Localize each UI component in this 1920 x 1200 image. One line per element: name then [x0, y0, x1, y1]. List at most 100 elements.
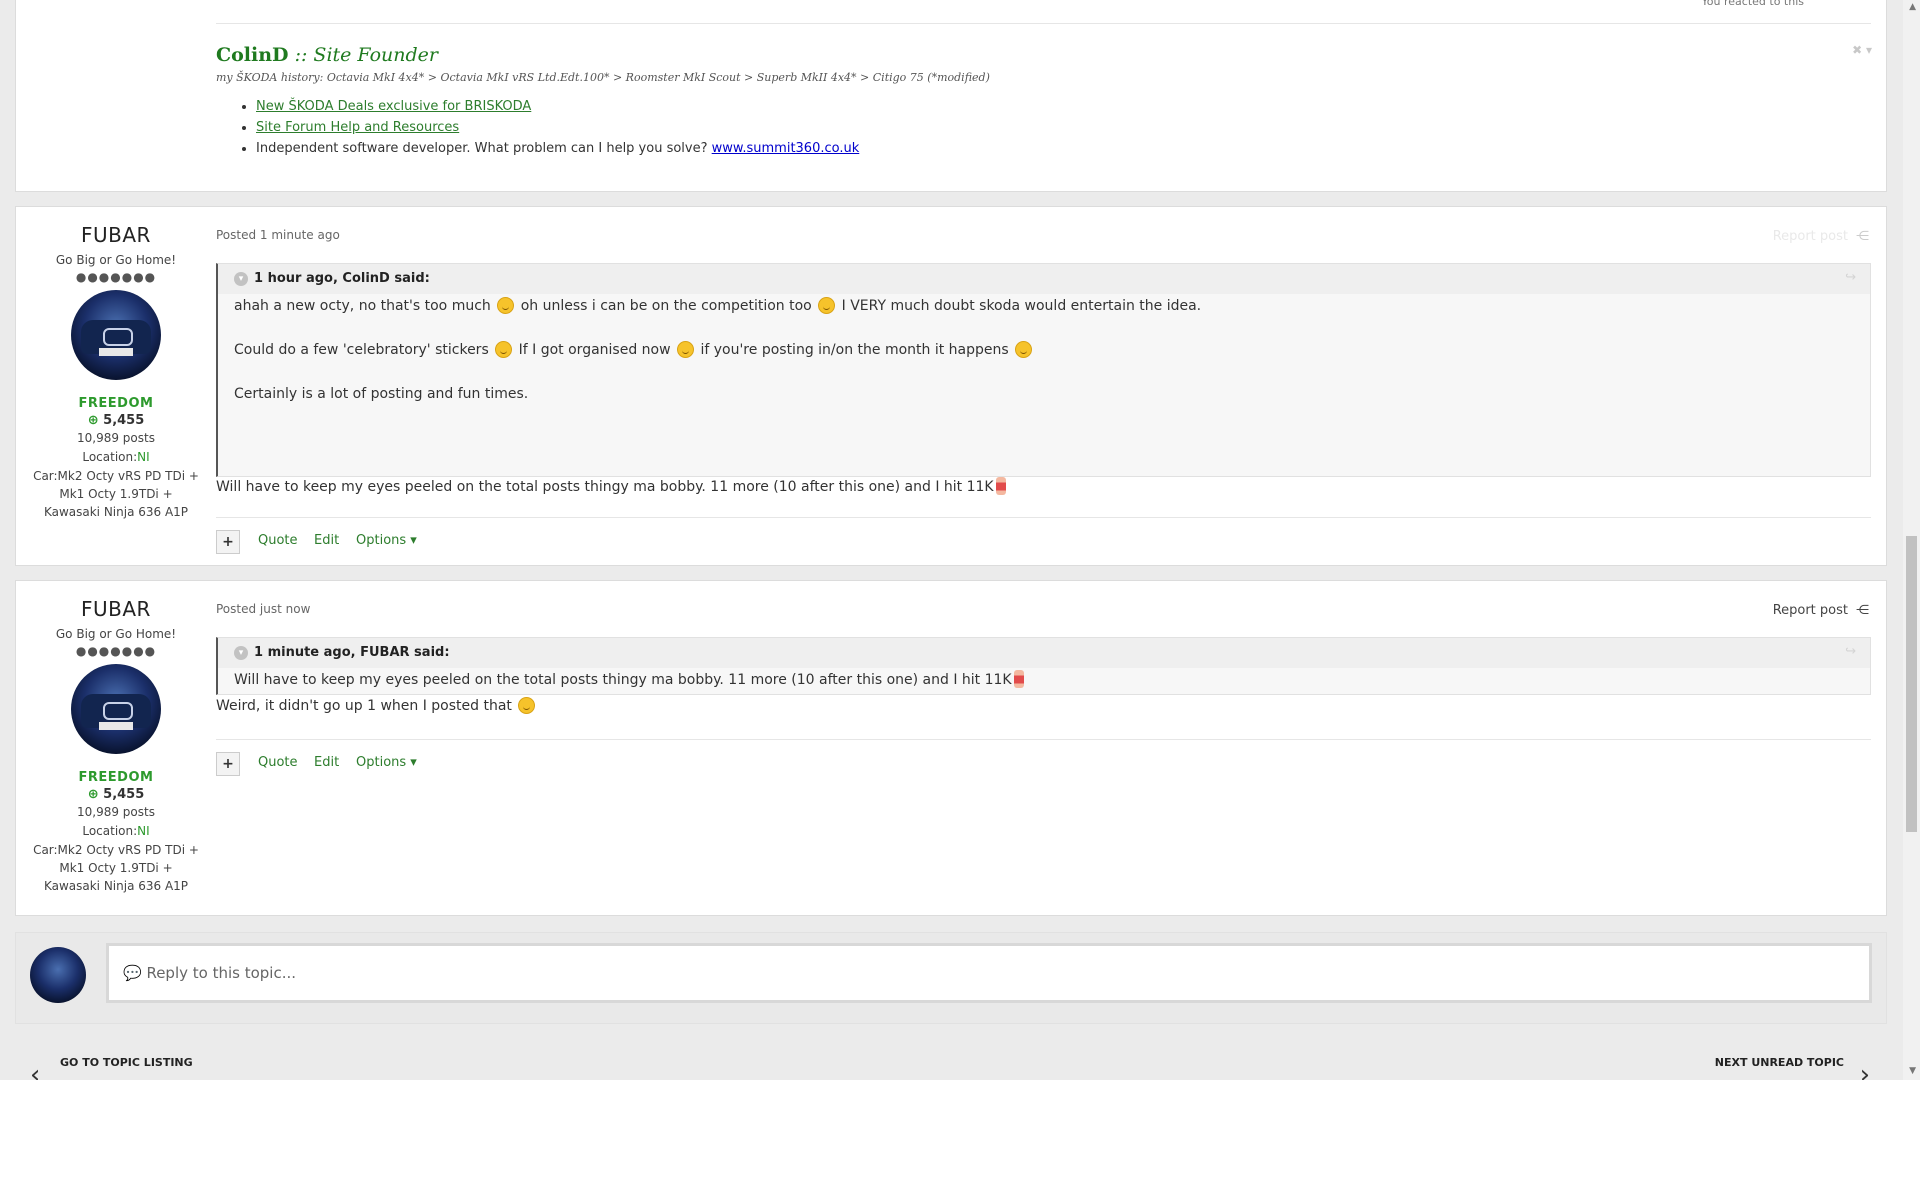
scroll-down-icon[interactable]: ▼	[1909, 1066, 1916, 1076]
signature-separator: ::	[288, 44, 314, 66]
report-post-link[interactable]: Report post ⋲	[1773, 603, 1869, 618]
smiley-icon	[495, 341, 513, 358]
author-tagline: Go Big or Go Home!	[55, 627, 177, 641]
scroll-up-icon[interactable]: ▲	[1909, 2, 1916, 12]
post-body-text: Weird, it didn't go up 1 when I posted t…	[216, 698, 512, 714]
multiquote-button[interactable]: +	[216, 530, 240, 554]
scrollbar[interactable]: ▲ ▼	[1903, 0, 1920, 1080]
author-location: Location:NI	[16, 448, 216, 466]
author-location: Location:NI	[16, 822, 216, 840]
glasses-emoji-icon	[518, 697, 536, 714]
quote-button[interactable]: Quote	[258, 755, 298, 770]
quote-text: If I got organised now	[518, 342, 671, 358]
grille-shape	[103, 328, 133, 346]
collapse-toggle-icon[interactable]: ▾	[234, 645, 248, 660]
quote-text: if you're posting in/on the month it hap…	[700, 342, 1009, 358]
reputation-value: 5,455	[103, 413, 145, 428]
author-car: Car:Mk2 Octy vRS PD TDi + Mk1 Octy 1.9TD…	[33, 469, 199, 519]
report-label: Report post	[1772, 603, 1848, 618]
quote-text: Will have to keep my eyes peeled on the …	[234, 672, 1012, 688]
rank-pips: ●●●●●●●	[75, 270, 157, 284]
rank-pips: ●●●●●●●	[75, 644, 157, 658]
report-label: Report post	[1772, 229, 1848, 244]
reaction-status: You reacted to this	[1701, 0, 1804, 8]
quote-block: ▾ 1 hour ago, ColinD said: ↪ ahah a new o…	[216, 263, 1871, 477]
post-controls: + Quote Edit Options ▾	[216, 739, 1871, 790]
author-car: Car:Mk2 Octy vRS PD TDi + Mk1 Octy 1.9TD…	[33, 843, 199, 893]
quote-text: Certainly is a lot of posting and fun ti…	[234, 386, 529, 402]
summit360-link[interactable]: www.summit360.co.uk	[712, 141, 860, 156]
share-icon[interactable]: ⋲	[1856, 603, 1869, 618]
author-group: FREEDOM	[78, 770, 154, 785]
author-panel: FUBAR Go Big or Go Home! ●●●●●●● FREEDOM…	[16, 581, 216, 895]
smiley-icon	[677, 341, 695, 358]
help-resources-link[interactable]: Site Forum Help and Resources	[256, 120, 459, 135]
edit-button[interactable]: Edit	[314, 755, 339, 770]
quote-text: I VERY much doubt skoda would entertain …	[841, 298, 1202, 314]
quote-share-icon[interactable]: ↪	[1845, 644, 1856, 659]
author-post-count: 10,989 posts	[77, 431, 155, 445]
quote-paragraph: ahah a new octy, no that's too much oh u…	[218, 296, 1870, 316]
reputation-plus-icon: ⊕	[87, 787, 99, 802]
reputation-plus-icon: ⊕	[87, 413, 99, 428]
quote-text: ahah a new octy, no that's too much	[234, 298, 491, 314]
avatar	[30, 947, 86, 1003]
signature-history: my ŠKODA history: Octavia MkI 4x4* > Oct…	[216, 71, 990, 84]
developer-text: Independent software developer. What pro…	[256, 141, 712, 156]
report-post-link[interactable]: Report post ⋲	[1773, 229, 1869, 244]
author-reputation: ⊕ 5,455	[16, 787, 216, 802]
author-group: FREEDOM	[78, 396, 154, 411]
reply-area: 💬 Reply to this topic...	[15, 932, 1887, 1024]
signature-role: Site Founder	[313, 44, 438, 66]
close-signature-icon[interactable]: ✖ ▾	[1852, 43, 1872, 57]
smiley-icon	[497, 297, 515, 314]
deals-link[interactable]: New ŠKODA Deals exclusive for BRISKODA	[256, 99, 531, 114]
quote-button[interactable]: Quote	[258, 533, 298, 548]
signature-title: ColinD :: Site Founder	[216, 44, 438, 66]
signature-name: ColinD	[216, 44, 289, 66]
plate-shape	[99, 348, 133, 356]
scroll-thumb[interactable]	[1906, 536, 1917, 832]
author-name[interactable]: FUBAR	[16, 597, 216, 621]
options-dropdown[interactable]: Options ▾	[356, 755, 417, 770]
go-to-topic-listing-link[interactable]: GO TO TOPIC LISTING	[60, 1056, 193, 1069]
post-timestamp[interactable]: Posted just now	[216, 602, 310, 616]
avatar[interactable]	[71, 664, 161, 754]
author-panel: FUBAR Go Big or Go Home! ●●●●●●● FREEDOM…	[16, 207, 216, 521]
author-post-count: 10,989 posts	[77, 805, 155, 819]
signature-links: New ŠKODA Deals exclusive for BRISKODA S…	[216, 99, 859, 162]
quote-paragraph: Certainly is a lot of posting and fun ti…	[218, 384, 1870, 404]
quote-citation: 1 minute ago, FUBAR said:	[254, 645, 450, 660]
quote-text: oh unless i can be on the competition to…	[520, 298, 812, 314]
multiquote-button[interactable]: +	[216, 752, 240, 776]
reply-input[interactable]: 💬 Reply to this topic...	[106, 943, 1872, 1003]
post-timestamp[interactable]: Posted 1 minute ago	[216, 228, 340, 242]
previous-post-signature: You reacted to this ColinD :: Site Found…	[15, 0, 1887, 192]
reputation-value: 5,455	[103, 787, 145, 802]
location-label: Location:	[82, 450, 138, 464]
figure-emoji-icon	[1013, 670, 1024, 688]
quote-share-icon[interactable]: ↪	[1845, 270, 1856, 285]
author-name[interactable]: FUBAR	[16, 223, 216, 247]
chevron-left-icon[interactable]: ‹	[30, 1060, 40, 1080]
quote-paragraph: Will have to keep my eyes peeled on the …	[218, 670, 1870, 690]
author-reputation: ⊕ 5,455	[16, 413, 216, 428]
post-body: Will have to keep my eyes peeled on the …	[216, 477, 1006, 495]
smiley-icon	[818, 297, 836, 314]
avatar[interactable]	[71, 290, 161, 380]
list-item: Site Forum Help and Resources	[256, 120, 859, 135]
post-body: Weird, it didn't go up 1 when I posted t…	[216, 697, 537, 714]
quote-header: ▾ 1 hour ago, ColinD said:	[218, 264, 1870, 294]
share-icon[interactable]: ⋲	[1856, 229, 1869, 244]
page-viewport: You reacted to this ColinD :: Site Found…	[0, 0, 1920, 1080]
quote-citation: 1 hour ago, ColinD said:	[254, 271, 430, 286]
options-dropdown[interactable]: Options ▾	[356, 533, 417, 548]
signature-divider	[216, 23, 1871, 24]
quote-block: ▾ 1 minute ago, FUBAR said: ↪ Will have t…	[216, 637, 1871, 695]
edit-button[interactable]: Edit	[314, 533, 339, 548]
next-unread-topic-link[interactable]: NEXT UNREAD TOPIC	[1715, 1056, 1844, 1069]
collapse-toggle-icon[interactable]: ▾	[234, 271, 248, 286]
chevron-right-icon[interactable]: ›	[1860, 1060, 1870, 1080]
location-value: NI	[137, 450, 150, 464]
author-tagline: Go Big or Go Home!	[55, 253, 177, 267]
